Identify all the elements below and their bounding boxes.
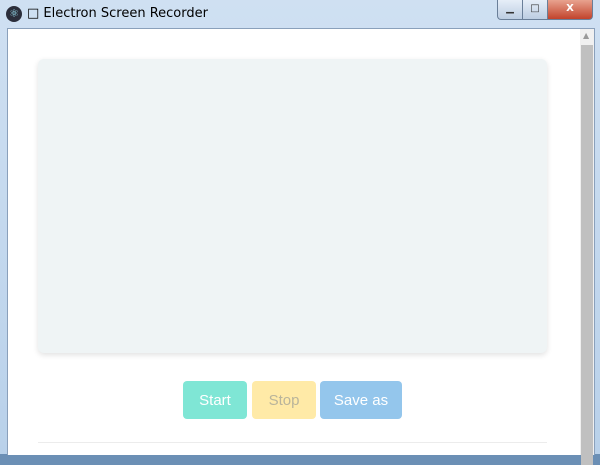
vertical-scrollbar[interactable]: ▲	[580, 29, 594, 465]
save-as-button[interactable]: Save as	[320, 381, 402, 419]
window-title: □ Electron Screen Recorder	[27, 6, 208, 21]
scroll-up-arrow-icon[interactable]: ▲	[583, 31, 589, 40]
close-button[interactable]: X	[547, 0, 593, 20]
video-preview	[38, 59, 547, 353]
title-bar[interactable]: ⚛ □ Electron Screen Recorder ▁ □ X	[0, 0, 600, 28]
divider	[38, 442, 547, 443]
scrollbar-thumb[interactable]	[581, 45, 593, 465]
start-button[interactable]: Start	[183, 381, 247, 419]
electron-icon: ⚛	[6, 6, 22, 22]
content-area: Start Stop Save as ▲	[7, 28, 595, 465]
maximize-button[interactable]: □	[522, 0, 548, 20]
stop-button[interactable]: Stop	[252, 381, 316, 419]
minimize-button[interactable]: ▁	[497, 0, 523, 20]
app-window: ⚛ □ Electron Screen Recorder ▁ □ X Start…	[0, 0, 600, 465]
